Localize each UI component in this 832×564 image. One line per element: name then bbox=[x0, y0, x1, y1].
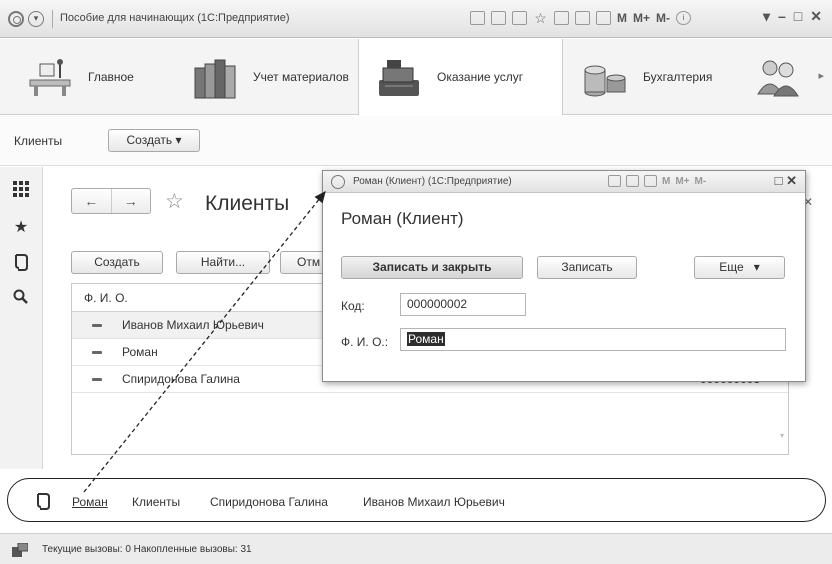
scroll-down-icon[interactable]: ▾ bbox=[780, 431, 784, 440]
item-icon bbox=[92, 324, 102, 327]
section-materials[interactable]: Учет материалов bbox=[175, 39, 365, 114]
section-label: Учет материалов bbox=[253, 69, 349, 84]
maximize-icon[interactable]: □ bbox=[794, 8, 802, 25]
coins-icon bbox=[584, 65, 626, 96]
memory-m-button[interactable]: M bbox=[662, 176, 670, 187]
create-label: Создать bbox=[126, 133, 173, 147]
fio-field[interactable]: Роман bbox=[400, 328, 786, 351]
status-bar: Текущие вызовы: 0 Накопленные вызовы: 31 bbox=[0, 533, 832, 564]
more-dropdown-button[interactable]: Еще ▾ bbox=[694, 256, 785, 279]
fio-label: Ф. И. О.: bbox=[341, 335, 389, 349]
code-label: Код: bbox=[341, 299, 365, 313]
section-label: Бухгалтерия bbox=[643, 69, 713, 84]
save-and-close-button[interactable]: Записать и закрыть bbox=[341, 256, 523, 279]
history-icon[interactable] bbox=[35, 492, 51, 510]
fio-value: Роман bbox=[407, 332, 445, 346]
app-logo-icon[interactable] bbox=[8, 11, 24, 27]
code-field[interactable]: 000000002 bbox=[400, 293, 526, 316]
main-menu-icon[interactable]: ▾ bbox=[28, 11, 44, 27]
performance-icon[interactable] bbox=[12, 543, 28, 557]
cancel-search-button[interactable]: Отм bbox=[280, 251, 326, 274]
save-button[interactable]: Записать bbox=[537, 256, 637, 279]
memory-mplus-button[interactable]: M+ bbox=[675, 176, 689, 187]
memory-mminus-button[interactable]: M- bbox=[656, 11, 670, 25]
favorites-star-icon[interactable]: ★ bbox=[12, 219, 30, 237]
save-icon[interactable] bbox=[470, 11, 485, 25]
section-main[interactable]: Главное bbox=[10, 39, 180, 114]
sections-panel: Главное Учет материалов Оказание услуг Б… bbox=[0, 39, 832, 115]
print-icon[interactable] bbox=[491, 11, 506, 25]
search-icon[interactable] bbox=[12, 289, 30, 307]
history-item[interactable]: Иванов Михаил Юрьевич bbox=[363, 495, 505, 509]
link-icon[interactable] bbox=[608, 175, 621, 187]
sections-menu-icon[interactable] bbox=[12, 181, 30, 199]
window-controls: ▾ – □ ✕ bbox=[763, 8, 822, 25]
back-arrow-icon[interactable]: ← bbox=[72, 189, 112, 213]
title-bar: ▾ Пособие для начинающих (1С:Предприятие… bbox=[0, 0, 832, 38]
info-icon[interactable]: i bbox=[676, 11, 692, 25]
title-toolbar: ☆ M M+ M- i bbox=[470, 11, 692, 25]
section-label: Главное bbox=[88, 69, 134, 84]
row-name: Роман bbox=[122, 345, 158, 359]
memory-mplus-button[interactable]: M+ bbox=[633, 11, 650, 25]
books-icon bbox=[194, 59, 236, 98]
close-icon[interactable]: ✕ bbox=[810, 8, 822, 25]
maximize-icon[interactable]: □ bbox=[775, 173, 783, 188]
left-panel: ★ bbox=[0, 167, 43, 469]
popup-window-title: Роман (Клиент) (1С:Предприятие) bbox=[353, 176, 512, 187]
memory-mminus-button[interactable]: M- bbox=[695, 176, 707, 187]
minimize-icon[interactable]: – bbox=[778, 8, 786, 25]
history-icon[interactable] bbox=[12, 253, 30, 271]
calendar-icon[interactable] bbox=[596, 11, 611, 25]
calculator-icon[interactable] bbox=[626, 175, 639, 187]
app-logo-icon[interactable] bbox=[331, 175, 345, 189]
dropdown-icon[interactable]: ▾ bbox=[763, 8, 770, 25]
link-icon[interactable] bbox=[554, 11, 569, 25]
client-popup-window: Роман (Клиент) (1С:Предприятие) M M+ M- … bbox=[322, 170, 806, 382]
add-to-favorites-icon[interactable]: ☆ bbox=[165, 189, 184, 214]
history-item[interactable]: Спиридонова Галина bbox=[210, 495, 328, 509]
popup-toolbar: M M+ M- bbox=[608, 175, 706, 187]
people-icon bbox=[757, 60, 799, 96]
cash-register-icon bbox=[379, 60, 419, 96]
forward-arrow-icon[interactable]: → bbox=[112, 189, 151, 213]
find-button[interactable]: Найти... bbox=[176, 251, 270, 274]
create-button[interactable]: Создать bbox=[71, 251, 163, 274]
scroll-right-icon[interactable]: ▸ bbox=[818, 69, 824, 82]
popup-heading: Роман (Клиент) bbox=[341, 209, 464, 228]
section-label: Оказание услуг bbox=[437, 70, 524, 84]
preview-icon[interactable] bbox=[512, 11, 527, 25]
history-bar: Роман Клиенты Спиридонова Галина Иванов … bbox=[0, 470, 832, 532]
window-title: Пособие для начинающих (1С:Предприятие) bbox=[60, 12, 290, 24]
popup-window-controls: □ ✕ bbox=[775, 173, 797, 189]
item-icon bbox=[92, 378, 102, 381]
history-item[interactable]: Клиенты bbox=[132, 495, 180, 509]
favorites-icon[interactable]: ☆ bbox=[533, 11, 548, 25]
memory-m-button[interactable]: M bbox=[617, 11, 627, 25]
separator bbox=[52, 10, 53, 28]
history-item[interactable]: Роман bbox=[72, 495, 108, 509]
section-accounting[interactable]: Бухгалтерия bbox=[565, 39, 735, 114]
item-icon bbox=[92, 351, 102, 354]
page-title: Клиенты bbox=[205, 192, 290, 215]
status-text: Текущие вызовы: 0 Накопленные вызовы: 31 bbox=[42, 544, 252, 555]
close-icon[interactable]: ✕ bbox=[786, 173, 797, 188]
popup-title-bar: Роман (Клиент) (1С:Предприятие) M M+ M- … bbox=[323, 171, 805, 193]
calculator-icon[interactable] bbox=[575, 11, 590, 25]
command-bar: Клиенты Создать ▾ bbox=[0, 116, 832, 166]
section-people[interactable] bbox=[738, 39, 814, 114]
more-label: Еще bbox=[719, 260, 744, 274]
row-name: Спиридонова Галина bbox=[122, 372, 240, 386]
desk-icon bbox=[29, 58, 71, 96]
row-name: Иванов Михаил Юрьевич bbox=[122, 318, 264, 332]
command-bar-title: Клиенты bbox=[14, 134, 63, 148]
calendar-icon[interactable] bbox=[644, 175, 657, 187]
section-services[interactable]: Оказание услуг bbox=[358, 39, 563, 115]
nav-buttons: ← → bbox=[71, 188, 151, 214]
create-dropdown-button[interactable]: Создать ▾ bbox=[108, 129, 200, 152]
